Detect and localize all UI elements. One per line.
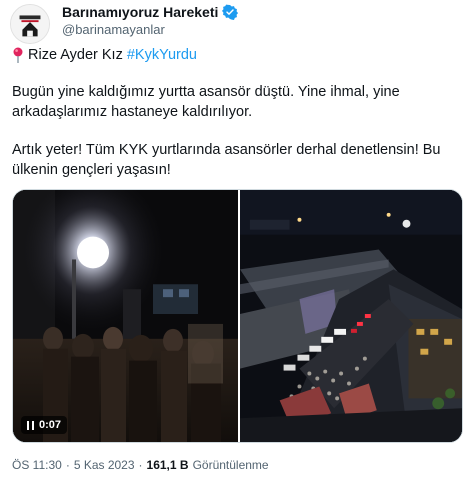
tweet-media-grid: 0:07 bbox=[12, 189, 463, 443]
video-duration-badge[interactable]: 0:07 bbox=[21, 416, 68, 434]
author-display-name[interactable]: Barınamıyoruz Hareketi bbox=[62, 4, 218, 20]
author-name-row: Barınamıyoruz Hareketi bbox=[62, 4, 239, 21]
round-pushpin-icon bbox=[12, 47, 24, 63]
hashtag-link[interactable]: #KykYurdu bbox=[127, 45, 197, 65]
video-player[interactable]: 0:07 bbox=[13, 190, 238, 442]
pause-icon[interactable] bbox=[27, 420, 34, 430]
tweet-time[interactable]: ÖS 11:30 bbox=[12, 458, 62, 472]
author-avatar[interactable] bbox=[10, 4, 50, 44]
avatar-logo-icon bbox=[11, 5, 49, 43]
photo-aerial-view[interactable] bbox=[240, 190, 462, 442]
meta-separator: · bbox=[138, 458, 143, 472]
views-count: 161,1 B bbox=[146, 458, 189, 472]
views-label: Görüntülenme bbox=[192, 458, 269, 472]
tweet-location-line: Rize Ayder Kız #KykYurdu bbox=[12, 45, 462, 65]
video-duration: 0:07 bbox=[39, 419, 62, 431]
aerial-photo-image bbox=[240, 190, 462, 442]
author-handle[interactable]: @barinamayanlar bbox=[62, 22, 165, 37]
tweet-meta-row: ÖS 11:30 · 5 Kas 2023 · 161,1 B Görüntül… bbox=[12, 458, 269, 472]
tweet-location-text: Rize Ayder Kız bbox=[28, 47, 123, 63]
tweet-paragraph-2: Artık yeter! Tüm KYK yurtlarında asansör… bbox=[12, 142, 441, 178]
tweet-date[interactable]: 5 Kas 2023 bbox=[74, 458, 135, 472]
verified-badge-icon bbox=[222, 4, 239, 21]
video-thumbnail bbox=[13, 190, 238, 442]
meta-separator: · bbox=[65, 458, 70, 472]
tweet-paragraph-1: Bugün yine kaldığımız yurtta asansör düş… bbox=[12, 84, 400, 120]
